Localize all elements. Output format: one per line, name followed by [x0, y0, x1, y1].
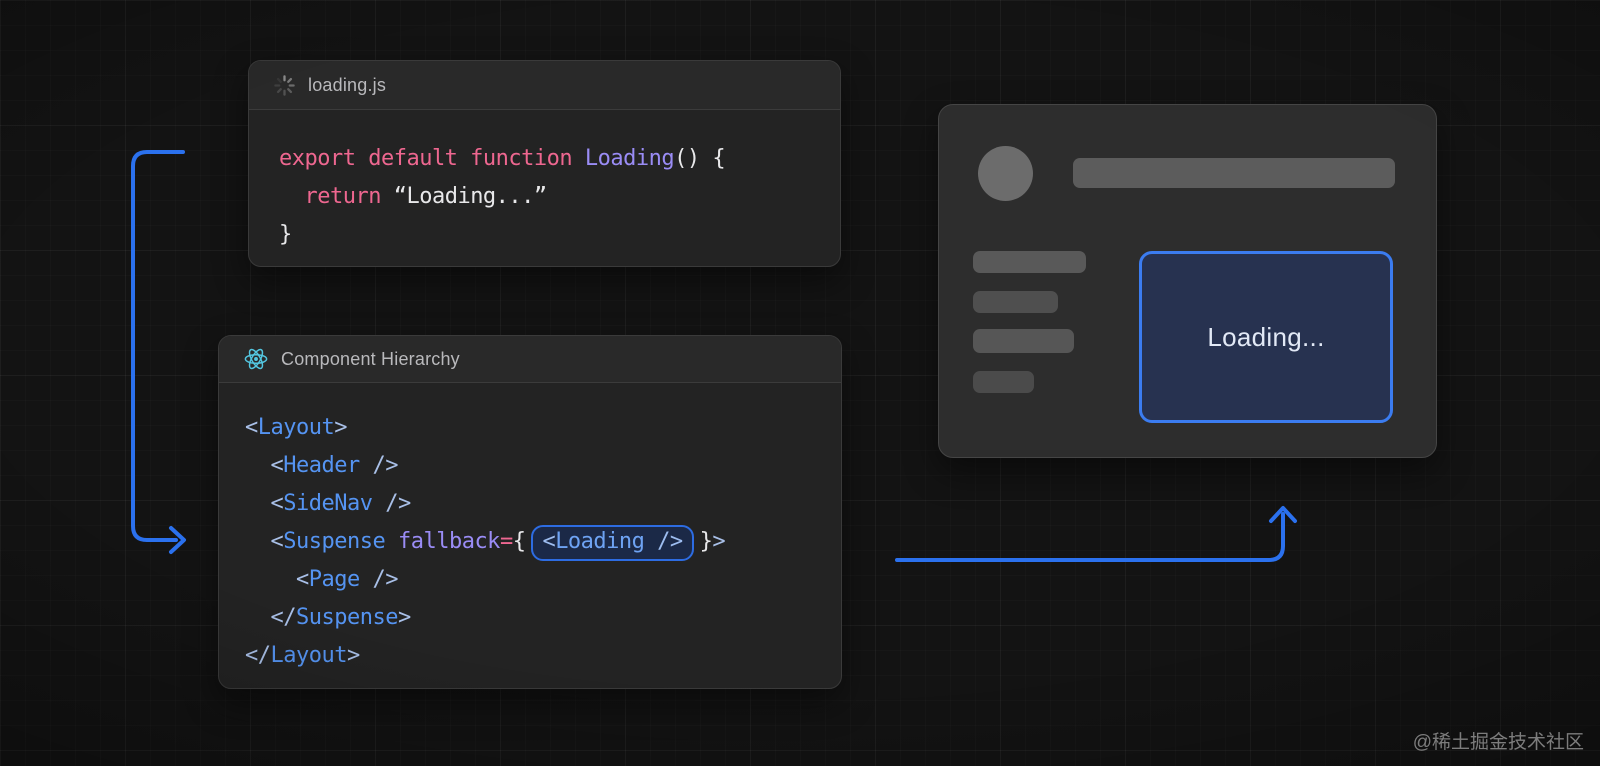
code-line: </Layout>: [245, 637, 815, 675]
loading-js-code: export default function Loading() { retu…: [249, 110, 840, 254]
code-line: export default function Loading() {: [279, 140, 810, 178]
loading-fallback-box: Loading...: [1139, 251, 1393, 423]
code-token: <: [542, 529, 555, 554]
code-token: />: [385, 491, 411, 516]
code-token: >: [334, 415, 347, 440]
code-line: <SideNav />: [245, 485, 815, 523]
code-token: </: [271, 605, 297, 630]
code-token: }: [700, 529, 713, 554]
component-hierarchy-card: Component Hierarchy <Layout> <Header /> …: [218, 335, 842, 689]
code-token: Layout: [271, 643, 347, 668]
code-line: return “Loading...”: [279, 178, 810, 216]
component-hierarchy-card-title: Component Hierarchy: [281, 349, 460, 370]
code-token: <: [271, 529, 284, 554]
code-token: Suspense: [283, 529, 385, 554]
code-token: () {: [674, 146, 725, 171]
loading-fallback-label: Loading...: [1207, 322, 1324, 353]
code-token: }: [279, 222, 292, 247]
skeleton-sidenav-bar: [973, 251, 1086, 273]
code-token: [644, 529, 657, 554]
code-token: [245, 605, 271, 630]
code-token: />: [372, 453, 398, 478]
code-line: }: [279, 216, 810, 254]
code-token: <: [245, 415, 258, 440]
code-token: Suspense: [296, 605, 398, 630]
loading-js-card-header: loading.js: [249, 61, 840, 110]
code-token: />: [657, 529, 683, 554]
component-hierarchy-card-header: Component Hierarchy: [219, 336, 841, 383]
code-token: “Loading...”: [394, 184, 547, 209]
code-token: [245, 453, 271, 478]
code-line: <Header />: [245, 447, 815, 485]
loading-js-card: loading.js export default function Loadi…: [248, 60, 841, 267]
code-token: [385, 529, 398, 554]
code-token: <: [271, 491, 284, 516]
code-token: =: [500, 529, 513, 554]
code-token: </: [245, 643, 271, 668]
arrow-hierarchy-to-preview: [897, 514, 1283, 560]
code-token: [360, 567, 373, 592]
code-token: Header: [283, 453, 359, 478]
skeleton-sidenav-bar: [973, 371, 1034, 393]
code-token: fallback: [398, 529, 500, 554]
code-token: Page: [309, 567, 360, 592]
code-token: <: [296, 567, 309, 592]
code-line: <Layout>: [245, 409, 815, 447]
arrow-loading-to-hierarchy: [133, 152, 183, 540]
code-token: <: [271, 453, 284, 478]
code-line: <Suspense fallback={<Loading />}>: [245, 523, 815, 561]
watermark: @稀土掘金技术社区: [1413, 727, 1584, 754]
code-token: >: [398, 605, 411, 630]
spinner-icon: [273, 74, 296, 97]
code-token: [360, 453, 373, 478]
skeleton-sidenav-bar: [973, 329, 1074, 353]
loading-js-card-title: loading.js: [308, 75, 386, 96]
code-token: SideNav: [283, 491, 372, 516]
react-icon: [243, 347, 269, 371]
code-token: export default function: [279, 146, 585, 171]
code-token: {: [513, 529, 526, 554]
code-line: </Suspense>: [245, 599, 815, 637]
code-token: [245, 567, 296, 592]
code-token: Loading: [555, 529, 644, 554]
code-token: [245, 529, 271, 554]
loading-highlight-pill: <Loading />: [531, 525, 693, 561]
code-token: [372, 491, 385, 516]
code-token: [245, 491, 271, 516]
code-token: >: [712, 529, 725, 554]
component-hierarchy-code: <Layout> <Header /> <SideNav /> <Suspens…: [219, 383, 841, 675]
code-token: return: [279, 184, 394, 209]
avatar: [978, 146, 1033, 201]
code-line: <Page />: [245, 561, 815, 599]
code-token: />: [372, 567, 398, 592]
code-token: Layout: [258, 415, 334, 440]
code-token: >: [347, 643, 360, 668]
browser-preview-card: Loading...: [938, 104, 1437, 458]
skeleton-header-bar: [1073, 158, 1395, 188]
code-token: Loading: [585, 146, 674, 171]
skeleton-sidenav-bar: [973, 291, 1058, 313]
